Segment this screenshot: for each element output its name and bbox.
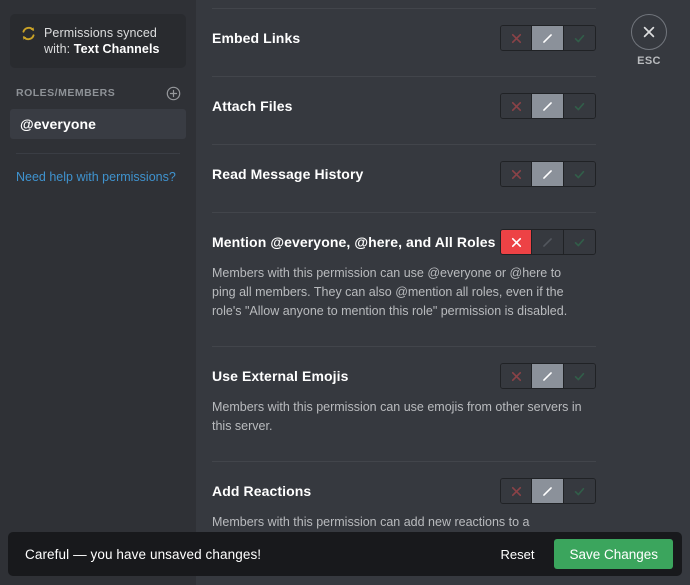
permission-title: Mention @everyone, @here, and All Roles	[212, 234, 496, 250]
permission-toggle-deny[interactable]	[501, 479, 533, 503]
slash-icon	[543, 101, 552, 111]
close-esc-button[interactable]: ESC	[623, 14, 675, 67]
permission-toggle-neutral[interactable]	[532, 94, 564, 118]
esc-label: ESC	[637, 55, 661, 67]
permission-header: Attach Files	[212, 93, 596, 119]
permission-toggle-deny[interactable]	[501, 26, 533, 50]
x-icon	[511, 237, 521, 247]
permission-row: Attach Files	[212, 77, 596, 135]
permission-spacer	[212, 119, 596, 135]
permission-toggle-deny[interactable]	[501, 162, 533, 186]
roles-members-header: ROLES/MEMBERS	[10, 84, 186, 102]
sync-banner-line1: Permissions synced	[44, 26, 157, 40]
permission-toggle-allow[interactable]	[563, 26, 595, 50]
plus-circle-icon[interactable]	[166, 86, 181, 101]
check-icon	[574, 487, 585, 495]
check-icon	[574, 34, 585, 42]
permission-description: Members with this permission can use emo…	[212, 400, 582, 433]
permission-spacer	[212, 436, 596, 452]
close-circle[interactable]	[631, 14, 667, 50]
slash-icon	[543, 237, 552, 247]
unsaved-changes-bar: Careful — you have unsaved changes! Rese…	[8, 532, 682, 576]
permission-toggle-neutral[interactable]	[532, 162, 564, 186]
roles-members-label: ROLES/MEMBERS	[16, 87, 116, 99]
permission-description: Members with this permission can use @ev…	[212, 266, 568, 318]
permission-tristate-toggle[interactable]	[500, 161, 596, 187]
permission-title: Add Reactions	[212, 483, 312, 499]
permission-toggle-deny[interactable]	[501, 94, 533, 118]
permission-toggle-deny[interactable]	[501, 230, 533, 254]
unsaved-changes-message: Careful — you have unsaved changes!	[25, 546, 262, 562]
permission-tristate-toggle[interactable]	[500, 93, 596, 119]
sync-banner-line2-prefix: with:	[44, 42, 74, 56]
check-icon	[574, 102, 585, 110]
permission-toggle-deny[interactable]	[501, 364, 533, 388]
permission-header: Mention @everyone, @here, and All Roles	[212, 229, 596, 255]
x-icon	[511, 371, 521, 381]
x-icon	[511, 101, 521, 111]
permission-title: Read Message History	[212, 166, 364, 182]
permission-title: Use External Emojis	[212, 368, 349, 384]
permission-title: Embed Links	[212, 30, 301, 46]
sync-refresh-icon	[22, 26, 35, 41]
save-changes-button[interactable]: Save Changes	[554, 539, 673, 569]
permission-tristate-toggle[interactable]	[500, 25, 596, 51]
permission-toggle-neutral[interactable]	[532, 230, 564, 254]
slash-icon	[543, 33, 552, 43]
permission-spacer	[212, 321, 596, 337]
check-icon	[574, 372, 585, 380]
permission-header: Add Reactions	[212, 478, 596, 504]
permission-toggle-neutral[interactable]	[532, 364, 564, 388]
permission-header: Read Message History	[212, 161, 596, 187]
permission-row: Read Message History	[212, 145, 596, 203]
permissions-sidebar: Permissions synced with: Text Channels R…	[0, 0, 196, 585]
x-icon	[511, 486, 521, 496]
help-permissions-link[interactable]: Need help with permissions?	[10, 170, 186, 184]
x-icon	[511, 169, 521, 179]
permissions-synced-banner: Permissions synced with: Text Channels	[10, 14, 186, 68]
permission-spacer	[212, 187, 596, 203]
permission-toggle-allow[interactable]	[563, 479, 595, 503]
reset-button[interactable]: Reset	[498, 543, 536, 566]
permission-row: Mention @everyone, @here, and All Roles M…	[212, 213, 596, 337]
role-name-label: @everyone	[20, 116, 97, 132]
permission-title: Attach Files	[212, 98, 293, 114]
slash-icon	[543, 486, 552, 496]
sidebar-divider	[16, 153, 180, 154]
permission-tristate-toggle[interactable]	[500, 229, 596, 255]
check-icon	[574, 238, 585, 246]
permission-row: Embed Links	[212, 9, 596, 67]
close-x-icon	[643, 26, 655, 38]
permission-rows: Embed Links Attach Files Read Message Hist…	[212, 8, 690, 585]
slash-icon	[543, 371, 552, 381]
permission-toggle-neutral[interactable]	[532, 479, 564, 503]
permission-header: Use External Emojis	[212, 363, 596, 389]
slash-icon	[543, 169, 552, 179]
permission-toggle-allow[interactable]	[563, 94, 595, 118]
sync-banner-text: Permissions synced with: Text Channels	[44, 25, 160, 57]
permission-toggle-allow[interactable]	[563, 364, 595, 388]
permission-toggle-neutral[interactable]	[532, 26, 564, 50]
permission-tristate-toggle[interactable]	[500, 478, 596, 504]
permission-row: Use External Emojis Members with this per…	[212, 347, 596, 452]
permission-toggle-allow[interactable]	[563, 162, 595, 186]
sidebar-role-everyone[interactable]: @everyone	[10, 109, 186, 139]
permissions-list: pin any message. Embed LinksAttach Files…	[196, 0, 690, 585]
sync-banner-target: Text Channels	[73, 42, 160, 56]
permission-tristate-toggle[interactable]	[500, 363, 596, 389]
x-icon	[511, 33, 521, 43]
permission-header: Embed Links	[212, 25, 596, 51]
permission-toggle-allow[interactable]	[563, 230, 595, 254]
permission-spacer	[212, 51, 596, 67]
permissions-modal: Permissions synced with: Text Channels R…	[0, 0, 690, 585]
check-icon	[574, 170, 585, 178]
